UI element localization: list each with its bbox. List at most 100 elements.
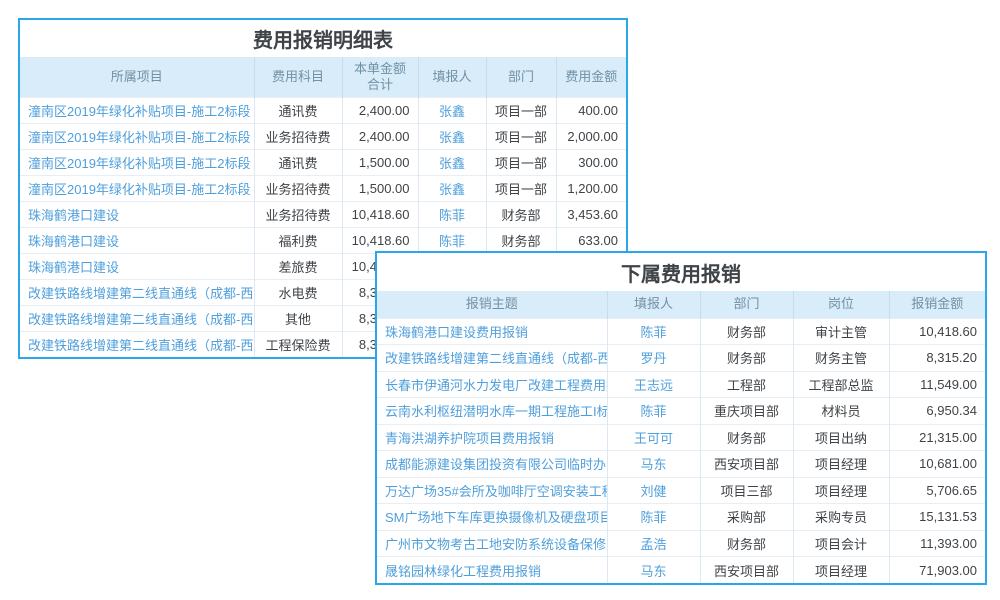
table-row: 珠海鹤港口建设费用报销陈菲财务部审计主管10,418.60 [377, 318, 985, 345]
reporter-link[interactable]: 张鑫 [439, 156, 465, 171]
reporter-link[interactable]: 张鑫 [439, 104, 465, 119]
subject-link[interactable]: 晟铭园林绿化工程费用报销 [385, 564, 541, 579]
reporter-link[interactable]: 陈菲 [640, 510, 666, 525]
subject-link[interactable]: 广州市文物考古工地安防系统设备保修费用报销 [385, 537, 607, 552]
reporter-link[interactable]: 陈菲 [640, 325, 666, 340]
table-row: 潼南区2019年绿化补贴项目-施工2标段通讯费1,500.00张鑫项目一部300… [20, 149, 626, 175]
table-cell: 5,706.65 [889, 477, 985, 504]
table-cell: 2,000.00 [556, 123, 626, 149]
table-cell: 西安项目部 [700, 451, 793, 478]
table-cell: 业务招待费 [254, 201, 342, 227]
table-cell: 采购专员 [793, 504, 889, 531]
column-header: 本单金额合计 [342, 57, 418, 97]
project-link[interactable]: 改建铁路线增建第二线直通线（成都-西安） [28, 286, 254, 301]
subject-link[interactable]: 珠海鹤港口建设费用报销 [385, 325, 528, 340]
table-cell: 西安项目部 [700, 557, 793, 584]
project-link[interactable]: 珠海鹤港口建设 [28, 208, 119, 223]
table-cell: 10,418.60 [342, 227, 418, 253]
table-cell: 采购部 [700, 504, 793, 531]
reporter-link[interactable]: 陈菲 [439, 208, 465, 223]
table-cell: 改建铁路线增建第二线直通线（成都-西安） [20, 305, 254, 331]
table-cell: 财务主管 [793, 345, 889, 372]
subject-link[interactable]: 青海洪湖养护院项目费用报销 [385, 431, 554, 446]
table-cell: 张鑫 [418, 175, 486, 201]
table-cell: 2,400.00 [342, 97, 418, 123]
table-cell: 潼南区2019年绿化补贴项目-施工2标段 [20, 123, 254, 149]
table-cell: 财务部 [700, 424, 793, 451]
sub-table-body: 珠海鹤港口建设费用报销陈菲财务部审计主管10,418.60改建铁路线增建第二线直… [377, 318, 985, 583]
table-cell: 10,681.00 [889, 451, 985, 478]
table-cell: 项目经理 [793, 477, 889, 504]
subject-link[interactable]: 云南水利枢纽潜明水库一期工程施工I标费用报销 [385, 404, 607, 419]
table-cell: 改建铁路线增建第二线直通线（成都-西安） [20, 279, 254, 305]
table-cell: 罗丹 [607, 345, 700, 372]
table-cell: 1,200.00 [556, 175, 626, 201]
subject-link[interactable]: SM广场地下车库更换摄像机及硬盘项目费用报销 [385, 510, 607, 525]
sub-header-row: 报销主题填报人部门岗位报销金额 [377, 291, 985, 318]
table-row: 青海洪湖养护院项目费用报销王可可财务部项目出纳21,315.00 [377, 424, 985, 451]
subject-link[interactable]: 长春市伊通河水力发电厂改建工程费用报销 [385, 378, 607, 393]
table-cell: 业务招待费 [254, 175, 342, 201]
project-link[interactable]: 改建铁路线增建第二线直通线（成都-西安） [28, 338, 254, 353]
table-cell: 通讯费 [254, 97, 342, 123]
reporter-link[interactable]: 马东 [640, 564, 666, 579]
table-cell: 陈菲 [418, 201, 486, 227]
project-link[interactable]: 潼南区2019年绿化补贴项目-施工2标段 [28, 182, 250, 197]
reporter-link[interactable]: 张鑫 [439, 182, 465, 197]
table-cell: 6,950.34 [889, 398, 985, 425]
subordinate-expense-title: 下属费用报销 [377, 253, 985, 291]
table-cell: 珠海鹤港口建设 [20, 201, 254, 227]
table-row: 珠海鹤港口建设福利费10,418.60陈菲财务部633.00 [20, 227, 626, 253]
subject-link[interactable]: 成都能源建设集团投资有限公司临时办公场地费用报销 [385, 457, 607, 472]
project-link[interactable]: 潼南区2019年绿化补贴项目-施工2标段 [28, 104, 250, 119]
project-link[interactable]: 改建铁路线增建第二线直通线（成都-西安） [28, 312, 254, 327]
table-cell: 财务部 [486, 227, 556, 253]
reporter-link[interactable]: 马东 [640, 457, 666, 472]
project-link[interactable]: 潼南区2019年绿化补贴项目-施工2标段 [28, 130, 250, 145]
column-header: 填报人 [607, 291, 700, 318]
detail-header-row: 所属项目费用科目本单金额合计填报人部门费用金额 [20, 57, 626, 97]
table-cell: 材料员 [793, 398, 889, 425]
column-header: 所属项目 [20, 57, 254, 97]
table-cell: 11,549.00 [889, 371, 985, 398]
reporter-link[interactable]: 王志远 [634, 378, 673, 393]
table-cell: 10,418.60 [889, 318, 985, 345]
reporter-link[interactable]: 罗丹 [640, 351, 666, 366]
table-row: 改建铁路线增建第二线直通线（成都-西安）罗丹财务部财务主管8,315.20 [377, 345, 985, 372]
table-cell: 改建铁路线增建第二线直通线（成都-西安） [20, 331, 254, 357]
table-cell: 10,418.60 [342, 201, 418, 227]
reporter-link[interactable]: 陈菲 [439, 234, 465, 249]
subordinate-expense-table: 报销主题填报人部门岗位报销金额 珠海鹤港口建设费用报销陈菲财务部审计主管10,4… [377, 291, 985, 583]
table-cell: 广州市文物考古工地安防系统设备保修费用报销 [377, 530, 607, 557]
table-cell: 业务招待费 [254, 123, 342, 149]
table-cell: 张鑫 [418, 97, 486, 123]
table-cell: 项目一部 [486, 175, 556, 201]
reporter-link[interactable]: 张鑫 [439, 130, 465, 145]
subject-link[interactable]: 万达广场35#会所及咖啡厅空调安装工程费用报销 [385, 484, 607, 499]
table-cell: 陈菲 [418, 227, 486, 253]
table-cell: 潼南区2019年绿化补贴项目-施工2标段 [20, 175, 254, 201]
table-cell: 项目一部 [486, 149, 556, 175]
table-cell: 工程保险费 [254, 331, 342, 357]
table-cell: 项目出纳 [793, 424, 889, 451]
table-cell: 福利费 [254, 227, 342, 253]
project-link[interactable]: 潼南区2019年绿化补贴项目-施工2标段 [28, 156, 250, 171]
project-link[interactable]: 珠海鹤港口建设 [28, 260, 119, 275]
table-cell: 2,400.00 [342, 123, 418, 149]
reporter-link[interactable]: 王可可 [634, 431, 673, 446]
project-link[interactable]: 珠海鹤港口建设 [28, 234, 119, 249]
reporter-link[interactable]: 孟浩 [640, 537, 666, 552]
reporter-link[interactable]: 陈菲 [640, 404, 666, 419]
column-header: 报销主题 [377, 291, 607, 318]
table-cell: 马东 [607, 557, 700, 584]
table-cell: 300.00 [556, 149, 626, 175]
reporter-link[interactable]: 刘健 [640, 484, 666, 499]
table-cell: 项目三部 [700, 477, 793, 504]
table-cell: 改建铁路线增建第二线直通线（成都-西安） [377, 345, 607, 372]
column-header: 部门 [486, 57, 556, 97]
table-cell: 潼南区2019年绿化补贴项目-施工2标段 [20, 149, 254, 175]
subject-link[interactable]: 改建铁路线增建第二线直通线（成都-西安） [385, 351, 607, 366]
table-cell: 财务部 [700, 345, 793, 372]
table-cell: 万达广场35#会所及咖啡厅空调安装工程费用报销 [377, 477, 607, 504]
table-cell: 审计主管 [793, 318, 889, 345]
